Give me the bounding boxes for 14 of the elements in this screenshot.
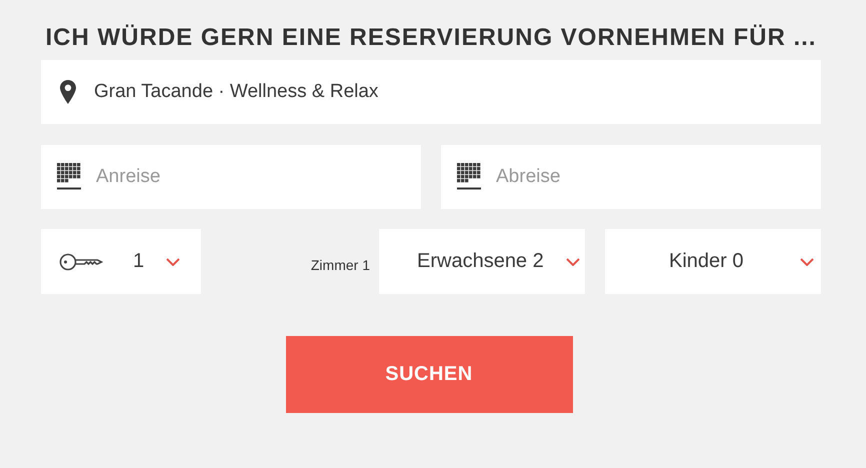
guests-select[interactable]: Erwachsene 2: [379, 229, 585, 294]
chevron-down-icon: [800, 258, 814, 266]
date-field[interactable]: Anreise: [41, 145, 421, 209]
form-heading: ICH WÜRDE GERN EINE RESERVIERUNG VORNEHMEN FÜR ...: [44, 23, 818, 53]
location-value: Gran Tacande · Wellness & Relax: [94, 81, 378, 103]
map-pin-icon: [60, 80, 76, 104]
date-field[interactable]: Abreise: [441, 145, 821, 209]
key-icon: [59, 252, 103, 270]
rooms-select[interactable]: 1: [41, 229, 201, 294]
chevron-down-icon: [166, 258, 180, 266]
room-label: Zimmer 1: [310, 256, 370, 272]
guests-select[interactable]: Kinder 0: [605, 229, 821, 294]
chevron-down-icon: [566, 258, 580, 266]
location-field[interactable]: Gran Tacande · Wellness & Relax: [41, 60, 821, 124]
